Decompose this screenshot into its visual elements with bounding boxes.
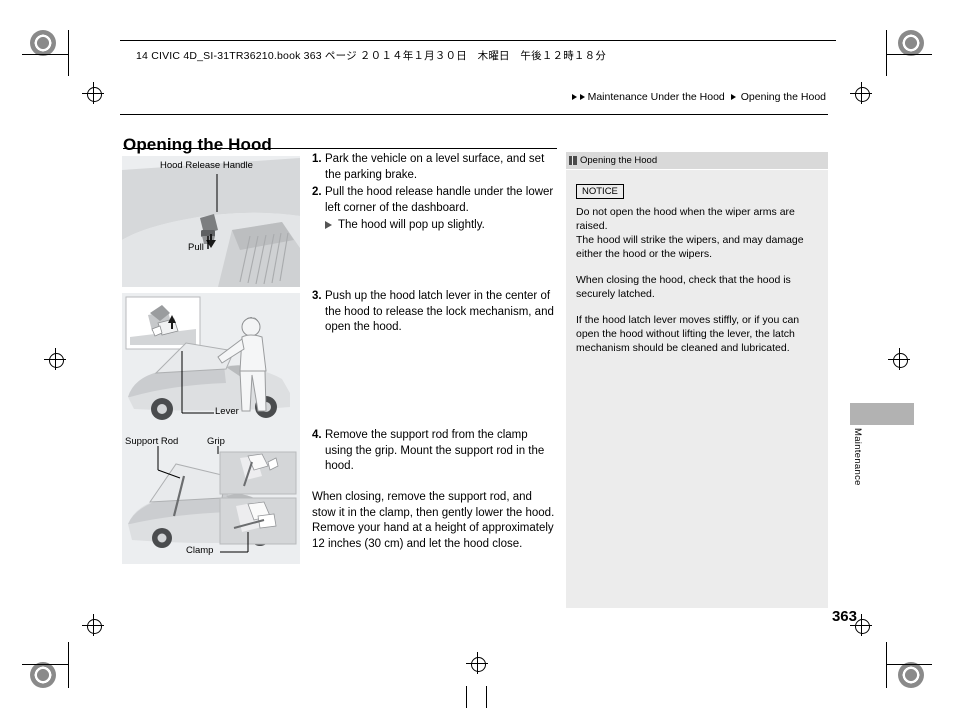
sidebar-header: Opening the Hood xyxy=(566,152,828,170)
book-icon xyxy=(569,156,577,165)
crosshair-bottom-left xyxy=(82,614,104,636)
crosshair-left-middle xyxy=(44,348,66,370)
crop-mark xyxy=(68,642,69,688)
figure-hood-latch-lever: Lever xyxy=(122,293,300,433)
step-text: Push up the hood latch lever in the cent… xyxy=(325,290,554,333)
figure-3-callout-right: Grip xyxy=(207,436,225,447)
crop-mark xyxy=(886,30,887,76)
arrow-right-icon xyxy=(325,218,338,235)
figure-3-callout-bottom: Clamp xyxy=(186,545,214,556)
crop-mark xyxy=(886,54,932,55)
chevron-right-icon xyxy=(730,94,736,100)
figure-1-callout-top: Hood Release Handle xyxy=(160,160,253,171)
figure-1-callout-bottom: Pull xyxy=(188,242,204,253)
step-result-text: The hood will pop up slightly. xyxy=(338,219,485,231)
step-item-4: 4. Remove the support rod from the clamp… xyxy=(312,428,554,477)
crop-mark xyxy=(22,664,68,665)
step-number: 2. xyxy=(312,186,322,198)
crosshair-right-middle xyxy=(888,348,910,370)
crop-mark xyxy=(886,664,932,665)
title-underline xyxy=(123,148,557,149)
breadcrumb-subsection: Opening the Hood xyxy=(740,91,826,103)
step-text: Pull the hood release handle under the l… xyxy=(325,186,554,214)
page-number: 363 xyxy=(831,608,857,625)
page-title: Opening the Hood xyxy=(123,135,272,155)
step-text: Remove the support rod from the clamp us… xyxy=(325,429,545,472)
registration-mark-top-left xyxy=(30,30,56,56)
sidebar-body: NOTICE Do not open the hood when the wip… xyxy=(566,170,828,355)
crop-mark xyxy=(466,686,467,708)
figure-3-callout-left: Support Rod xyxy=(125,436,179,447)
crop-mark xyxy=(68,30,69,76)
figure-1-artwork xyxy=(122,156,300,287)
step-text: Park the vehicle on a level surface, and… xyxy=(325,153,545,181)
step-item-3: 3. Push up the hood latch lever in the c… xyxy=(312,289,562,338)
section-thumb-tab xyxy=(850,403,914,425)
crosshair-top-left xyxy=(82,82,104,104)
notice-badge: NOTICE xyxy=(576,184,624,199)
notice-paragraph-1: Do not open the hood when the wiper arms… xyxy=(576,206,795,232)
registration-mark-bottom-left xyxy=(30,662,56,688)
closing-paragraph: When closing, remove the support rod, an… xyxy=(312,491,555,550)
crop-mark xyxy=(486,686,487,708)
chevron-right-icon xyxy=(579,94,585,100)
breadcrumb-section: Maintenance Under the Hood xyxy=(587,91,725,103)
step-item-1: 1. Park the vehicle on a level surface, … xyxy=(312,152,560,183)
step-2-result: The hood will pop up slightly. xyxy=(325,218,560,235)
crop-mark xyxy=(22,54,68,55)
step-number: 3. xyxy=(312,290,322,302)
figure-2-callout-bottom: Lever xyxy=(215,406,239,417)
notice-paragraph-4: If the hood latch lever moves stiffly, o… xyxy=(576,314,800,354)
crop-mark xyxy=(886,642,887,688)
crosshair-top-right xyxy=(850,82,872,104)
file-info-line: 14 CIVIC 4D_SI-31TR36210.book 363 ページ ２０… xyxy=(136,50,607,62)
header-rule xyxy=(120,40,836,41)
step-number: 1. xyxy=(312,153,322,165)
step-number: 4. xyxy=(312,429,322,441)
breadcrumb: Maintenance Under the Hood Opening the H… xyxy=(571,91,826,103)
sidebar-notice-panel: Opening the Hood NOTICE Do not open the … xyxy=(566,152,828,608)
sidebar-title: Opening the Hood xyxy=(580,155,658,166)
manual-page: 14 CIVIC 4D_SI-31TR36210.book 363 ページ ２０… xyxy=(0,0,954,718)
header-divider xyxy=(120,114,828,115)
registration-mark-bottom-right xyxy=(898,662,924,688)
registration-mark-top-right xyxy=(898,30,924,56)
notice-paragraph-3: When closing the hood, check that the ho… xyxy=(576,274,791,300)
section-thumb-tab-label: Maintenance xyxy=(852,428,863,486)
figure-2-artwork xyxy=(122,293,300,433)
step-item-2: 2. Pull the hood release handle under th… xyxy=(312,185,560,216)
chevron-right-icon xyxy=(571,94,577,100)
figure-hood-release-handle: Hood Release Handle Pull xyxy=(122,156,300,287)
notice-paragraph-2: The hood will strike the wipers, and may… xyxy=(576,234,804,260)
figure-support-rod-clamp: Support Rod Grip Clamp xyxy=(122,432,300,564)
crosshair-bottom-center xyxy=(466,652,488,674)
steps-list: 1. Park the vehicle on a level surface, … xyxy=(312,152,560,235)
